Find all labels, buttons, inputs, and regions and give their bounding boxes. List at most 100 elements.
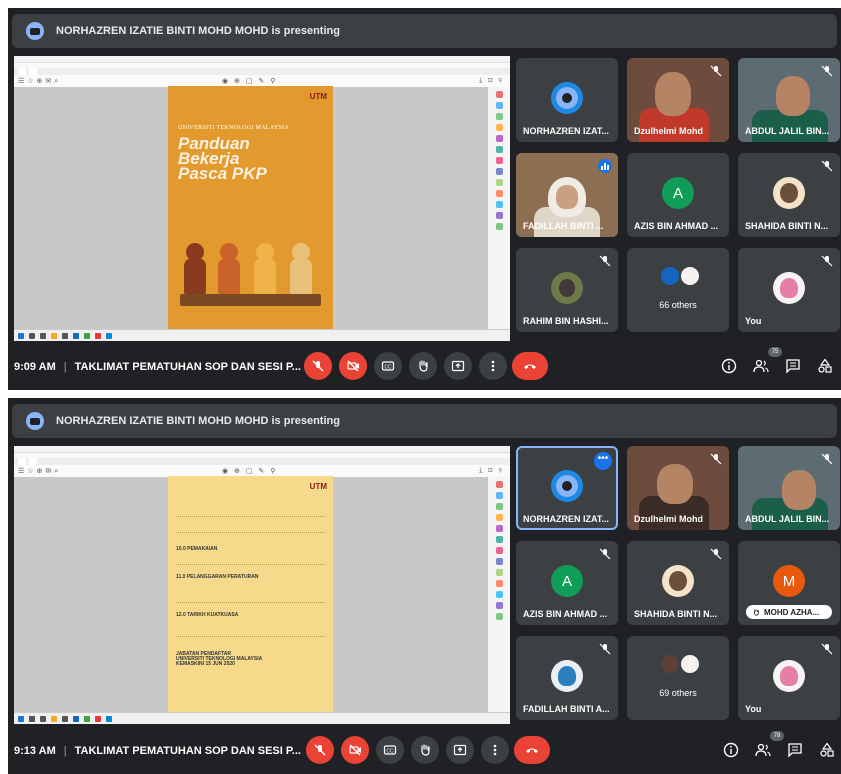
muted-mic-icon [598,547,612,561]
participant-tile[interactable]: ABDUL JALIL BIN... [738,446,840,530]
camera-toggle-button[interactable] [341,736,369,764]
raise-hand-button[interactable] [409,352,437,380]
utm-logo: UTM [309,482,327,491]
muted-mic-icon [598,642,612,656]
participant-tile[interactable]: Dzulhelmi Mohd [627,446,729,530]
participant-name-chip: MOHD AZHA... [746,605,832,619]
control-bar: 9:09 AM | TAKLIMAT PEMATUHAN SOP DAN SES… [8,344,841,390]
participants-button[interactable] [752,357,770,375]
raise-hand-button[interactable] [411,736,439,764]
window-tabs [14,68,510,75]
hand-icon [419,360,428,372]
chat-button[interactable] [786,741,804,759]
participant-count-badge: 75 [768,347,782,357]
self-tile[interactable]: You [738,248,840,332]
others-tile[interactable]: 69 others [627,636,729,720]
meeting-title: TAKLIMAT PEMATUHAN SOP DAN SESI P... [74,361,301,373]
avatar: A [551,565,583,597]
present-icon [26,412,44,430]
participant-name: Dzulhelmi Mohd [634,514,703,524]
muted-mic-icon [820,64,834,78]
captions-button[interactable]: CC [374,352,402,380]
pawn-figure [184,243,206,294]
participant-name: RAHIM BIN HASHI... [523,316,609,326]
participant-name: You [745,704,762,714]
participant-tile-active[interactable]: FADILLAH BINTI ... [516,153,618,237]
control-bar: 9:13 AM | TAKLIMAT PEMATUHAN SOP DAN SES… [8,728,841,774]
activities-button[interactable] [818,741,836,759]
participant-tile[interactable]: FADILLAH BINTI A... [516,636,618,720]
muted-mic-icon [598,254,612,268]
captions-button[interactable]: CC [376,736,404,764]
window-titlebar [14,446,510,453]
people-icon [755,743,771,757]
info-icon [723,742,739,758]
page-heading: 12.0 TARIKH KUATKUASA [176,612,325,637]
pawn-figure [290,243,312,294]
participant-tile[interactable]: M MOHD AZHA... [738,541,840,625]
avatar [773,660,805,692]
avatar [551,82,583,114]
others-avatars [660,654,700,674]
more-options-button[interactable] [481,736,509,764]
meeting-details-button[interactable] [720,357,738,375]
participants-button[interactable] [754,741,772,759]
camera-toggle-button[interactable] [339,352,367,380]
participant-tile[interactable]: NORHAZREN IZAT... [516,58,618,142]
present-button[interactable] [446,736,474,764]
others-count: 66 others [659,300,697,310]
participant-name: FADILLAH BINTI ... [523,221,604,231]
leave-call-button[interactable] [514,736,550,764]
present-icon [26,22,44,40]
hand-icon [421,744,430,756]
hand-icon [754,609,759,616]
chat-icon [786,359,800,374]
mic-toggle-button[interactable] [306,736,334,764]
participant-tile[interactable]: SHAHIDA BINTI N... [627,541,729,625]
page-heading: 11.0 PELANGGARAN PERATURAN [176,574,325,603]
self-tile[interactable]: You [738,636,840,720]
page-paragraph [176,502,325,517]
meet-window-1: NORHAZREN IZATIE BINTI MOHD MOHD is pres… [8,8,841,390]
leave-call-button[interactable] [512,352,548,380]
chat-button[interactable] [784,357,802,375]
present-button[interactable] [444,352,472,380]
mic-toggle-button[interactable] [304,352,332,380]
svg-text:CC: CC [384,365,392,371]
avatar [551,272,583,304]
clock: 9:13 AM [14,745,56,757]
more-vert-icon [493,744,497,756]
page-heading: 10.0 PEMAKAIAN [176,546,325,565]
pdf-sidebar [488,477,510,712]
presenting-banner: NORHAZREN IZATIE BINTI MOHD MOHD is pres… [12,14,837,48]
avatar [773,177,805,209]
participant-tile[interactable]: A AZIS BIN AHMAD ... [516,541,618,625]
others-tile[interactable]: 66 others [627,248,729,332]
avatar [551,470,583,502]
participant-name: ABDUL JALIL BIN... [745,126,830,136]
info-icon [721,358,737,374]
avatar: M [773,565,805,597]
activities-icon [818,358,832,373]
more-options-icon[interactable]: ••• [594,452,612,470]
presenting-banner: NORHAZREN IZATIE BINTI MOHD MOHD is pres… [12,404,837,438]
participant-tile[interactable]: A AZIS BIN AHMAD ... [627,153,729,237]
speaking-indicator-icon [598,159,612,173]
participant-name: NORHAZREN IZAT... [523,514,609,524]
presenting-text: NORHAZREN IZATIE BINTI MOHD MOHD is pres… [56,25,340,37]
participant-tile[interactable]: ABDUL JALIL BIN... [738,58,840,142]
participant-name: NORHAZREN IZAT... [523,126,609,136]
meeting-title: TAKLIMAT PEMATUHAN SOP DAN SESI P... [74,745,301,757]
wooden-board [180,294,321,306]
muted-mic-icon [709,64,723,78]
chat-icon [788,743,802,758]
participant-name: SHAHIDA BINTI N... [634,609,718,619]
meeting-details-button[interactable] [722,741,740,759]
participant-name: AZIS BIN AHMAD ... [523,609,608,619]
activities-button[interactable] [816,357,834,375]
participant-tile-pinned[interactable]: ••• NORHAZREN IZAT... [516,446,618,530]
participant-tile[interactable]: RAHIM BIN HASHI... [516,248,618,332]
participant-tile[interactable]: Dzulhelmi Mohd [627,58,729,142]
more-options-button[interactable] [479,352,507,380]
participant-tile[interactable]: SHAHIDA BINTI N... [738,153,840,237]
